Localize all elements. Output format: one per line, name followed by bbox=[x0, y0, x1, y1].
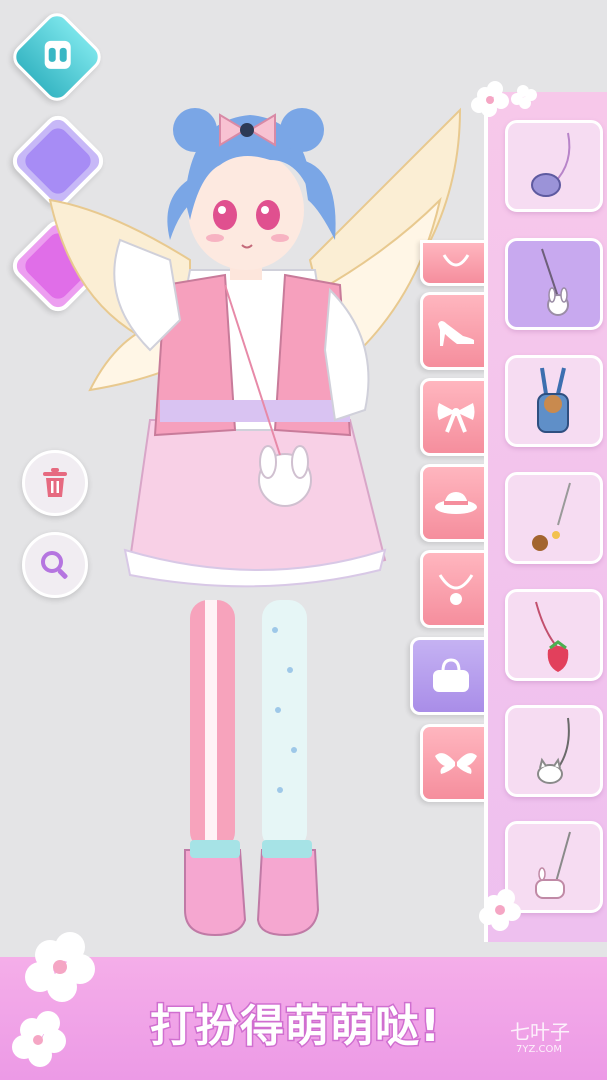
cherry-blossom-icon bbox=[479, 889, 521, 931]
category-tab-shoes[interactable] bbox=[420, 292, 489, 370]
pendant-icon bbox=[438, 574, 474, 605]
category-tab-wings[interactable] bbox=[420, 724, 489, 802]
cat-bag-icon bbox=[537, 717, 570, 784]
handbag-icon bbox=[433, 658, 469, 692]
hat-icon bbox=[435, 492, 477, 514]
purple-coin-purse-icon bbox=[531, 132, 571, 197]
watermark-brand: 七叶子 bbox=[510, 1020, 570, 1044]
wardrobe-icon bbox=[44, 40, 72, 70]
bag-item-bunny-bag[interactable] bbox=[505, 238, 603, 330]
slogan-text: 打扮得萌萌哒! bbox=[148, 1000, 442, 1054]
bear-backpack-icon bbox=[537, 367, 569, 433]
bag-item-cat-bag[interactable] bbox=[505, 705, 603, 797]
bow-icon bbox=[437, 403, 475, 433]
category-tab-jewelry[interactable] bbox=[420, 550, 489, 628]
cherry-blossom-icon bbox=[12, 932, 95, 1067]
category-tab-bow[interactable] bbox=[420, 378, 489, 456]
bag-item-strawberry-bag[interactable] bbox=[505, 589, 603, 681]
bag-item-bear-charm[interactable] bbox=[505, 472, 603, 564]
bag-item-coin-purse[interactable] bbox=[505, 120, 603, 212]
character-illustration bbox=[48, 107, 462, 937]
necklace-icon bbox=[442, 254, 470, 267]
category-tab-hat[interactable] bbox=[420, 464, 489, 542]
watermark-domain: 7YZ.COM bbox=[516, 1044, 562, 1055]
bear-charm-icon bbox=[532, 482, 571, 551]
bag-item-bear-backpack[interactable] bbox=[505, 355, 603, 447]
wings-icon bbox=[435, 753, 477, 774]
high-heel-icon bbox=[438, 321, 474, 346]
cherry-blossom-icon bbox=[471, 81, 537, 117]
category-tab-bag[interactable] bbox=[410, 637, 489, 715]
category-tab-necklace[interactable] bbox=[420, 240, 489, 286]
white-bunny-bag-icon bbox=[541, 248, 569, 316]
strawberry-bag-icon bbox=[535, 601, 569, 672]
